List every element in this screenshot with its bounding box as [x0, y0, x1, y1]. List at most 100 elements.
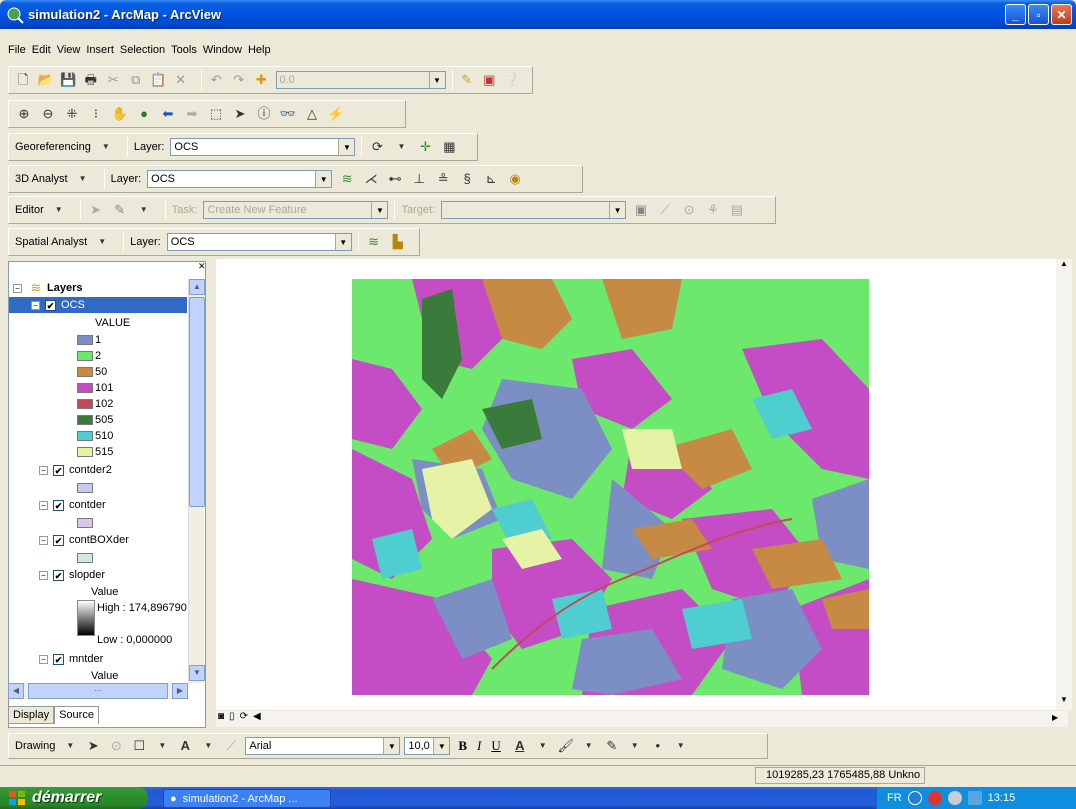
layer-visibility-checkbox[interactable]: ✔	[45, 299, 56, 311]
georeferencing-menu[interactable]: Georeferencing	[15, 141, 91, 153]
spatial-layer-select[interactable]: OCS ▼	[166, 233, 352, 251]
chevron-down-icon[interactable]: ▼	[392, 138, 410, 156]
profile-graph-icon[interactable]: ⊾	[482, 170, 500, 188]
layout-view-icon[interactable]: ▯	[229, 711, 235, 722]
add-control-points-icon[interactable]: ✛	[416, 138, 434, 156]
language-indicator[interactable]: FR	[887, 792, 902, 804]
fixed-zoom-in-icon[interactable]: ⁜	[63, 105, 81, 123]
marker-color-icon[interactable]: •	[649, 737, 667, 755]
edit-vertices-icon[interactable]: ⟋	[222, 737, 240, 755]
layer-visibility-checkbox[interactable]: ✔	[53, 499, 64, 511]
collapse-icon[interactable]: −	[31, 300, 40, 310]
chevron-down-icon[interactable]: ▼	[534, 737, 552, 755]
layer-visibility-checkbox[interactable]: ✔	[53, 653, 64, 665]
arctoolbox-icon[interactable]: ▣	[481, 71, 498, 89]
start-button[interactable]: démarrer	[0, 787, 148, 809]
security-shield-icon[interactable]	[947, 791, 962, 805]
scroll-up-icon[interactable]: ▲	[189, 279, 205, 295]
spatial-analyst-menu[interactable]: Spatial Analyst	[15, 236, 87, 248]
target-select[interactable]: ▼	[441, 201, 627, 219]
collapse-icon[interactable]: −	[39, 535, 48, 545]
layer-visibility-checkbox[interactable]: ✔	[53, 534, 64, 546]
maximize-button[interactable]: ▫	[1028, 4, 1049, 25]
line-color-icon[interactable]: ✎	[603, 737, 621, 755]
select-elements-arrow-icon[interactable]: ➤	[231, 105, 249, 123]
bold-button[interactable]: B	[458, 738, 467, 754]
taskbar-arcmap-button[interactable]: ● simulation2 - ArcMap ...	[163, 789, 331, 808]
font-color-icon[interactable]: A	[511, 737, 529, 755]
interpolate-polygon-icon[interactable]: §	[458, 170, 476, 188]
cut-icon[interactable]: ✂	[105, 71, 122, 89]
map-horizontal-scrollbar[interactable]: ▶	[216, 711, 1068, 727]
minimize-button[interactable]: _	[1005, 4, 1026, 25]
antivirus-icon[interactable]	[927, 791, 942, 805]
map-scale-combo[interactable]: 0.0 ▼	[275, 71, 446, 89]
hyperlink-icon[interactable]: ⚡	[327, 105, 345, 123]
collapse-icon[interactable]: −	[39, 500, 48, 510]
interpolate-line-icon[interactable]: ≗	[434, 170, 452, 188]
3d-analyst-menu[interactable]: 3D Analyst	[15, 173, 68, 185]
find-binoculars-icon[interactable]: 👓	[279, 105, 297, 123]
new-text-icon[interactable]: A	[176, 737, 194, 755]
redo-icon[interactable]: ↷	[231, 71, 248, 89]
underline-button[interactable]: U	[491, 738, 500, 754]
open-folder-icon[interactable]: 📂	[38, 71, 55, 89]
scroll-down-icon[interactable]: ▼	[1060, 695, 1068, 704]
attributes-icon[interactable]: ▣	[632, 201, 650, 219]
forward-arrow-icon[interactable]: ➡	[183, 105, 201, 123]
menu-view[interactable]: View	[57, 44, 81, 56]
edit-tool-arrow-icon[interactable]: ➤	[87, 201, 105, 219]
collapse-icon[interactable]: −	[39, 570, 48, 580]
scroll-right-icon[interactable]: ▶	[172, 683, 188, 699]
full-extent-globe-icon[interactable]: ●	[135, 105, 153, 123]
rotate-icon[interactable]: ⟳	[368, 138, 386, 156]
delete-icon[interactable]: ✕	[173, 71, 190, 89]
menu-help[interactable]: Help	[248, 44, 271, 56]
messenger-icon[interactable]	[967, 791, 982, 805]
chevron-down-icon[interactable]: ▼	[135, 201, 153, 219]
layer-contder2-row[interactable]: − ✔ contder2	[39, 462, 112, 478]
steepest-path-icon[interactable]: ⋌	[362, 170, 380, 188]
identify-icon[interactable]: ⓘ	[255, 105, 273, 123]
histogram-icon[interactable]: ▙	[389, 233, 407, 251]
menu-tools[interactable]: Tools	[171, 44, 197, 56]
menu-edit[interactable]: Edit	[32, 44, 51, 56]
map-view[interactable]	[216, 259, 1068, 710]
select-elements-arrow-icon[interactable]: ➤	[84, 737, 102, 755]
back-arrow-icon[interactable]: ⬅	[159, 105, 177, 123]
measure-icon[interactable]: △	[303, 105, 321, 123]
chevron-down-icon[interactable]: ▼	[580, 737, 598, 755]
menu-selection[interactable]: Selection	[120, 44, 165, 56]
new-document-icon[interactable]: 🗋	[15, 71, 32, 89]
chevron-down-icon[interactable]: ▼	[626, 737, 644, 755]
task-select[interactable]: Create New Feature ▼	[203, 201, 389, 219]
close-icon[interactable]: ✕	[198, 261, 208, 271]
copy-icon[interactable]: ⧉	[128, 71, 145, 89]
rectangle-icon[interactable]: ☐	[130, 737, 148, 755]
layer-contboxder-row[interactable]: − ✔ contBOXder	[39, 532, 129, 548]
rotate-icon[interactable]: ⊙	[107, 737, 125, 755]
editor-menu[interactable]: Editor	[15, 204, 44, 216]
add-data-icon[interactable]: ✚	[253, 71, 270, 89]
collapse-icon[interactable]: −	[39, 654, 48, 664]
land-cover-map[interactable]	[216, 259, 1068, 710]
save-icon[interactable]: 💾	[60, 71, 77, 89]
chevron-down-icon[interactable]: ▼	[153, 737, 171, 755]
line-of-sight-icon[interactable]: ⊷	[386, 170, 404, 188]
fill-color-icon[interactable]: 🖌	[557, 737, 575, 755]
layer-mntder-row[interactable]: − ✔ mntder	[39, 651, 103, 667]
menu-window[interactable]: Window	[203, 44, 242, 56]
pan-hand-icon[interactable]: ✋	[111, 105, 129, 123]
chevron-down-icon[interactable]: ▼	[199, 737, 217, 755]
scroll-left-icon[interactable]: ◀	[8, 683, 24, 699]
layers-root[interactable]: Layers	[47, 282, 82, 294]
chevron-down-icon[interactable]: ▼	[672, 737, 690, 755]
font-size-select[interactable]: 10,0 ▼	[404, 737, 451, 755]
menu-file[interactable]: File	[8, 44, 26, 56]
layer-visibility-checkbox[interactable]: ✔	[53, 464, 64, 476]
select-features-icon[interactable]: ⬚	[207, 105, 225, 123]
layer-contder-row[interactable]: − ✔ contder	[39, 497, 106, 513]
undo-icon[interactable]: ↶	[208, 71, 225, 89]
tab-source[interactable]: Source	[54, 706, 99, 724]
fixed-zoom-out-icon[interactable]: ⁝	[87, 105, 105, 123]
